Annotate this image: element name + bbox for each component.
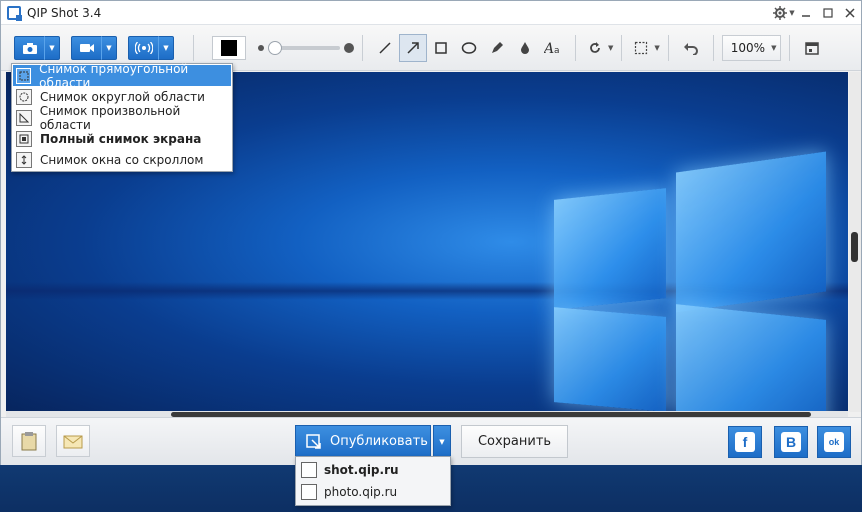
zoom-select[interactable]: 100% ▼ bbox=[721, 34, 782, 61]
large-size-dot-icon bbox=[344, 42, 354, 53]
toolbar-divider bbox=[362, 34, 363, 61]
screenshot-split-button: ▼ bbox=[14, 35, 60, 60]
wallpaper-window-pane bbox=[676, 151, 826, 313]
drawing-tools: Aa bbox=[371, 33, 567, 62]
calendar-icon[interactable] bbox=[798, 34, 826, 62]
facebook-share-button[interactable]: f bbox=[728, 426, 762, 458]
menu-item-fullscreen[interactable]: Полный снимок экрана bbox=[13, 128, 231, 149]
zoom-value: 100% bbox=[730, 40, 766, 55]
menu-item-label: Снимок округлой области bbox=[40, 89, 205, 104]
menu-item-photo-qip[interactable]: photo.qip.ru bbox=[298, 481, 448, 503]
vkontakte-share-button[interactable]: B bbox=[774, 426, 808, 458]
odnoklassniki-share-button[interactable]: ok bbox=[817, 426, 851, 458]
menu-item-shot-qip[interactable]: shot.qip.ru bbox=[298, 459, 448, 481]
rotate-dropdown-chevron-icon[interactable]: ▼ bbox=[608, 44, 613, 52]
clipboard-icon bbox=[21, 432, 37, 451]
shot-qip-icon bbox=[301, 462, 317, 478]
arrow-tool-icon[interactable] bbox=[399, 33, 427, 62]
undo-icon[interactable] bbox=[677, 34, 705, 62]
round-area-icon bbox=[16, 88, 32, 105]
wallpaper-window-pane bbox=[676, 304, 826, 412]
blur-drop-tool-icon[interactable] bbox=[511, 34, 539, 62]
video-camera-icon[interactable] bbox=[71, 35, 101, 60]
maximize-button[interactable] bbox=[817, 3, 839, 23]
current-color-swatch bbox=[221, 39, 237, 56]
window-controls: ▼ bbox=[773, 1, 861, 24]
crop-dropdown-chevron-icon[interactable]: ▼ bbox=[654, 44, 659, 52]
toolbar-divider bbox=[575, 34, 576, 61]
wallpaper-window-pane bbox=[554, 307, 666, 412]
toolbar-divider bbox=[667, 34, 669, 61]
text-tool-icon[interactable]: Aa bbox=[539, 34, 567, 62]
freeform-area-icon bbox=[16, 109, 32, 126]
menu-item-label: photo.qip.ru bbox=[324, 485, 398, 499]
line-tool-icon[interactable] bbox=[371, 34, 399, 62]
menu-item-label: Полный снимок экрана bbox=[40, 131, 202, 146]
app-logo-icon bbox=[7, 5, 22, 21]
slider-knob[interactable] bbox=[268, 40, 282, 55]
toolbar-divider bbox=[712, 34, 714, 61]
broadcast-icon[interactable] bbox=[128, 35, 158, 60]
save-button[interactable]: Сохранить bbox=[461, 425, 568, 458]
rectangle-tool-icon[interactable] bbox=[427, 34, 455, 62]
envelope-icon bbox=[63, 435, 83, 449]
menu-item-label: Снимок прямоугольной области bbox=[39, 61, 189, 90]
publish-split-button: Опубликовать ▼ bbox=[295, 425, 451, 458]
publish-target-menu: shot.qip.ru photo.qip.ru bbox=[295, 456, 451, 506]
brush-size-slider[interactable] bbox=[258, 40, 354, 55]
broadcast-dropdown-chevron-icon[interactable]: ▼ bbox=[158, 35, 174, 60]
menu-item-freeform-area[interactable]: Снимок произвольной области bbox=[13, 104, 231, 132]
svg-text:A: A bbox=[544, 41, 554, 55]
window-title: QIP Shot 3.4 bbox=[27, 5, 102, 20]
scroll-window-icon bbox=[16, 151, 32, 168]
slider-track bbox=[268, 40, 340, 55]
capture-mode-menu: Снимок прямоугольной области Снимок окру… bbox=[11, 62, 233, 172]
wallpaper-window-pane bbox=[554, 188, 666, 310]
toolbar-divider bbox=[193, 34, 194, 61]
minimize-button[interactable] bbox=[795, 3, 817, 23]
menu-item-label: Снимок произвольной области bbox=[39, 103, 181, 132]
odnoklassniki-icon: ok bbox=[824, 432, 844, 452]
menu-item-label: Снимок окна со скроллом bbox=[40, 152, 204, 167]
clipboard-button[interactable] bbox=[12, 425, 46, 457]
rect-area-icon bbox=[16, 67, 32, 84]
facebook-icon: f bbox=[735, 432, 755, 452]
photo-qip-icon bbox=[301, 484, 317, 500]
settings-gear-icon[interactable]: ▼ bbox=[773, 3, 795, 23]
screenshot-dropdown-chevron-icon[interactable]: ▼ bbox=[44, 35, 60, 60]
menu-item-scroll-window[interactable]: Снимок окна со скроллом bbox=[13, 149, 231, 170]
broadcast-split-button: ▼ bbox=[128, 35, 174, 60]
pencil-tool-icon[interactable] bbox=[483, 34, 511, 62]
video-dropdown-chevron-icon[interactable]: ▼ bbox=[101, 35, 117, 60]
camera-icon[interactable] bbox=[14, 35, 44, 60]
publish-dropdown-chevron-icon[interactable]: ▼ bbox=[433, 425, 451, 458]
menu-item-label: shot.qip.ru bbox=[324, 463, 399, 477]
fullscreen-icon bbox=[16, 130, 32, 147]
rotate-icon[interactable] bbox=[584, 34, 606, 62]
toolbar-divider bbox=[621, 34, 623, 61]
crop-selection-icon[interactable] bbox=[630, 34, 652, 62]
publish-label: Опубликовать bbox=[330, 434, 428, 449]
vertical-scrollbar[interactable] bbox=[849, 72, 861, 412]
vertical-scroll-thumb[interactable] bbox=[851, 232, 858, 262]
toolbar-divider bbox=[789, 34, 791, 61]
menu-item-rect-area[interactable]: Снимок прямоугольной области bbox=[13, 62, 231, 90]
title-bar: QIP Shot 3.4 ▼ bbox=[1, 1, 861, 25]
close-button[interactable] bbox=[839, 3, 861, 23]
vkontakte-icon: B bbox=[781, 432, 801, 452]
video-split-button: ▼ bbox=[71, 35, 117, 60]
publish-button[interactable]: Опубликовать bbox=[295, 425, 431, 458]
ellipse-tool-icon[interactable] bbox=[455, 34, 483, 62]
zoom-chevron-down-icon: ▼ bbox=[771, 43, 777, 52]
publish-icon bbox=[306, 433, 321, 449]
svg-text:a: a bbox=[554, 46, 560, 55]
small-size-dot-icon bbox=[258, 44, 264, 51]
color-picker-button[interactable] bbox=[212, 35, 246, 60]
email-button[interactable] bbox=[56, 425, 90, 457]
